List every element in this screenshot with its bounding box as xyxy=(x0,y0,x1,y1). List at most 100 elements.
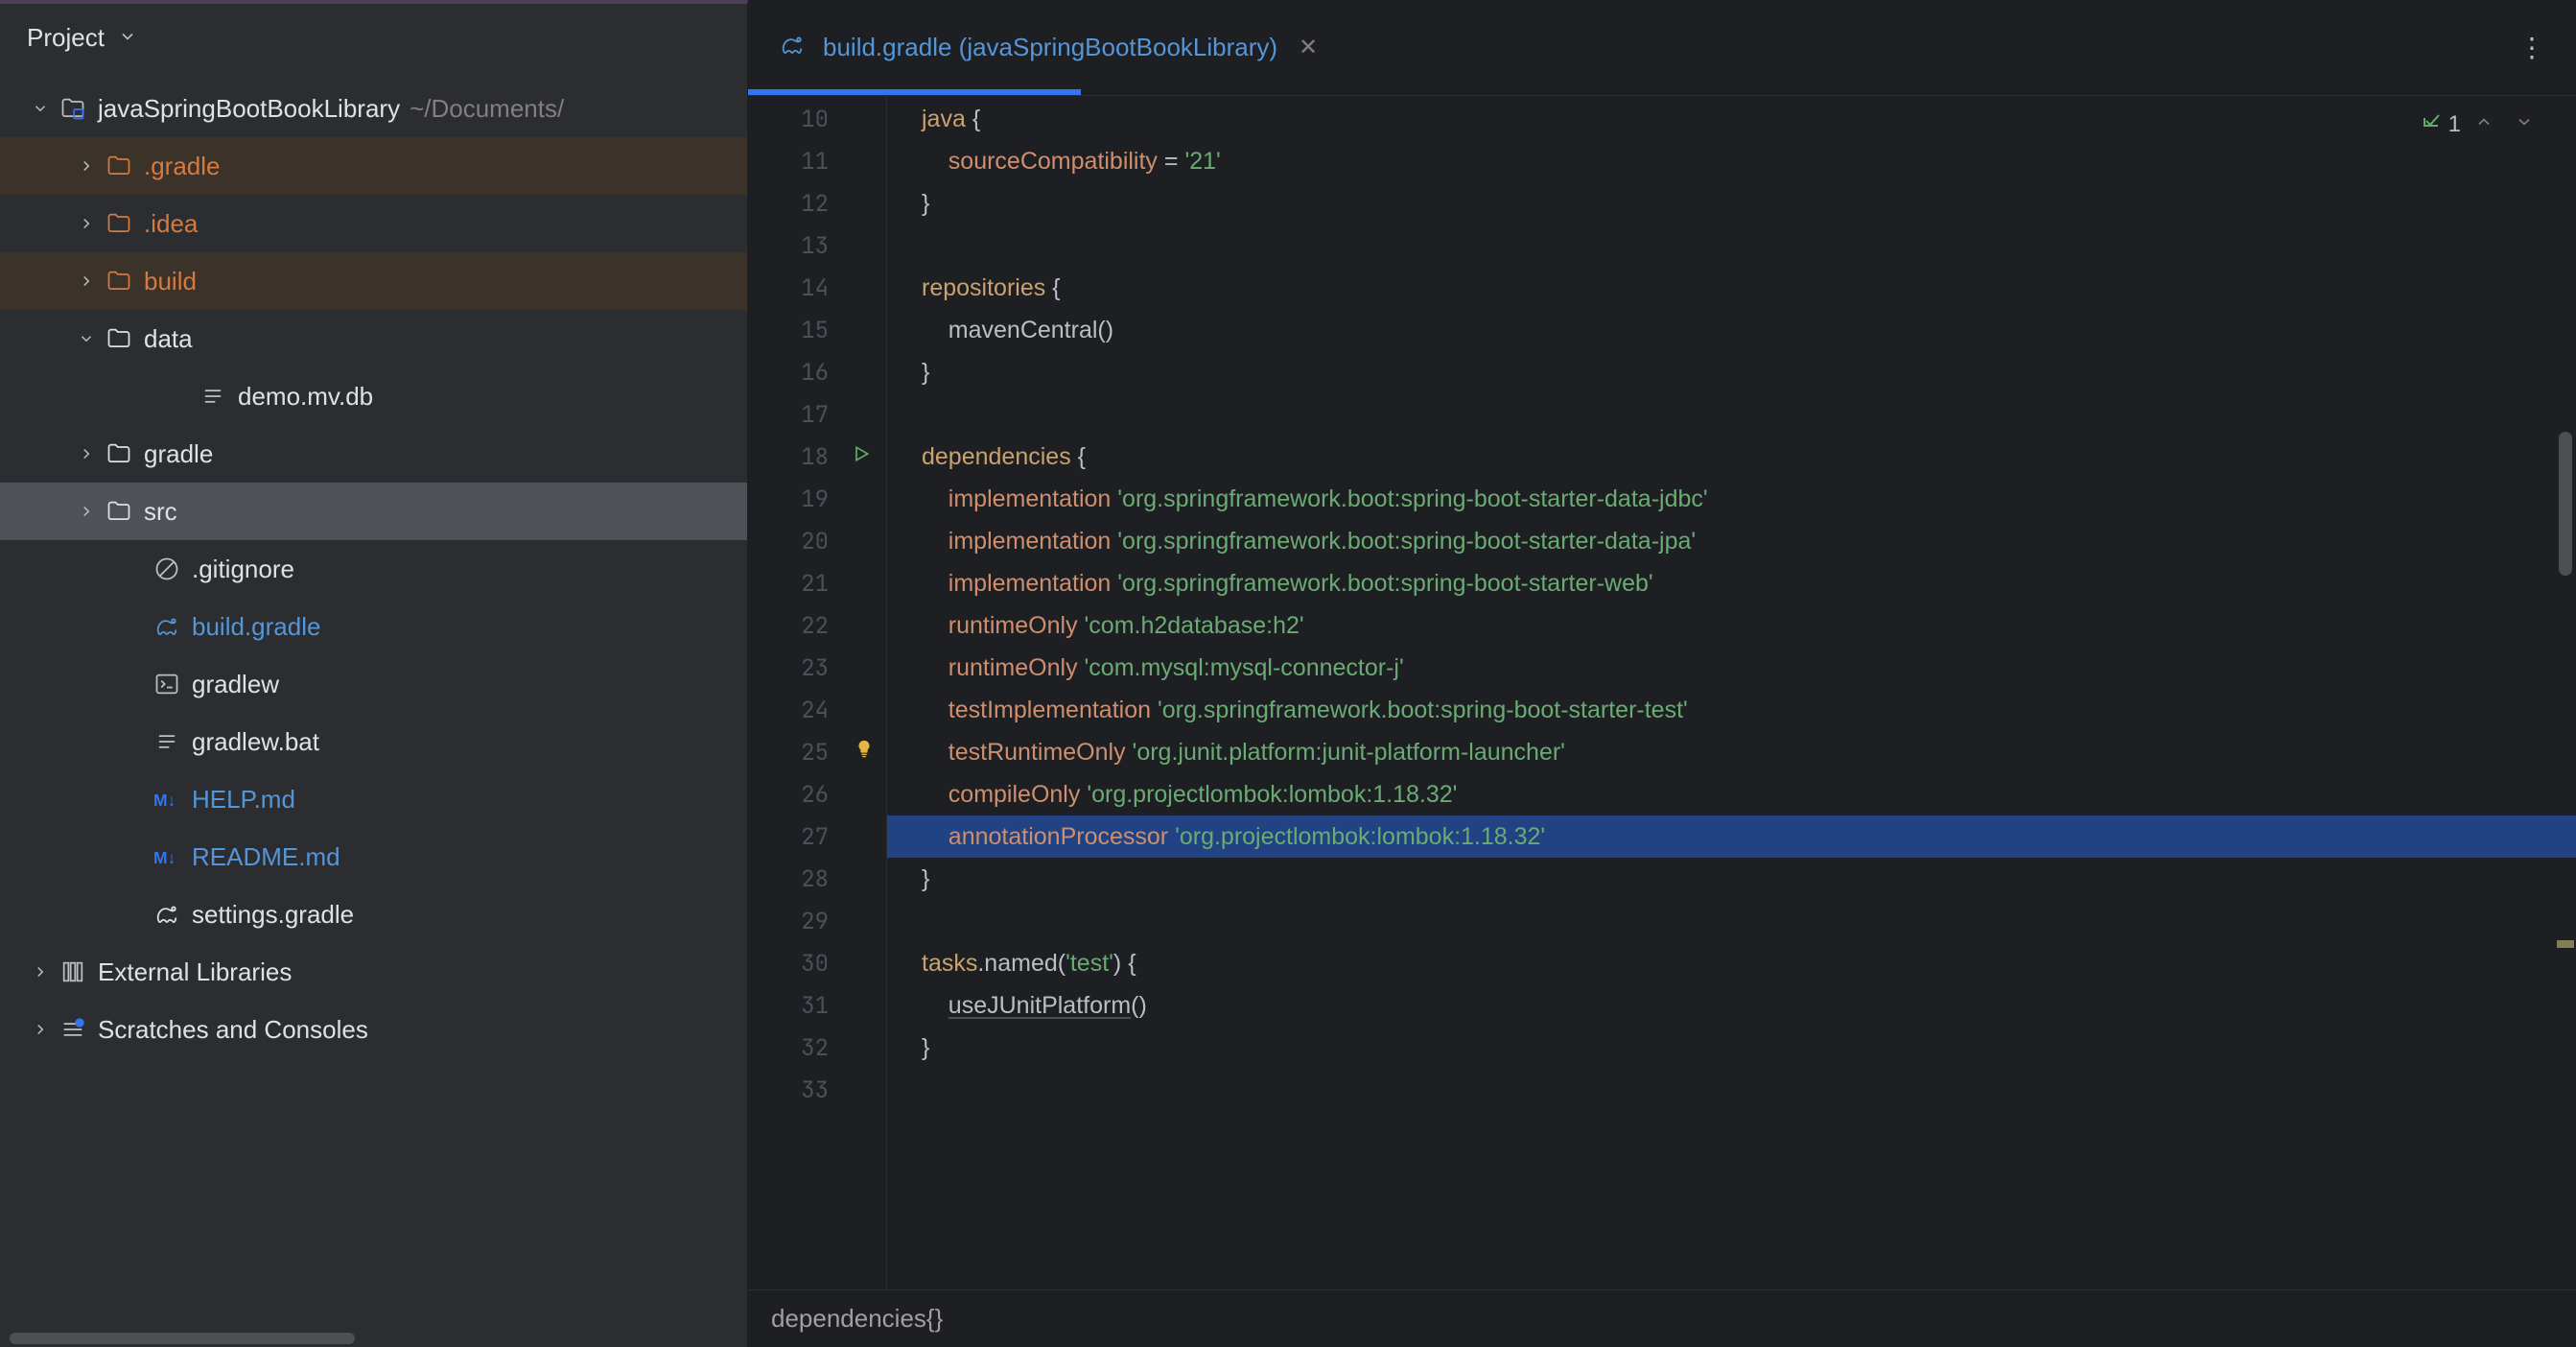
code-line[interactable] xyxy=(887,1069,2576,1111)
scratches-label: Scratches and Consoles xyxy=(98,1015,368,1045)
gutter-line-number[interactable]: 19 xyxy=(748,478,886,520)
code-line[interactable] xyxy=(887,393,2576,436)
tree-scratches[interactable]: Scratches and Consoles xyxy=(0,1001,747,1058)
code-line[interactable]: java { xyxy=(887,98,2576,140)
editor-scrollbar-vertical[interactable] xyxy=(2559,432,2572,576)
gutter-line-number[interactable]: 18 xyxy=(748,436,886,478)
gutter-line-number[interactable]: 14 xyxy=(748,267,886,309)
tree-item[interactable]: gradlew xyxy=(0,655,747,713)
editor-gutter[interactable]: 1011121314151617181920212223242526272829… xyxy=(748,96,887,1289)
tree-item[interactable]: gradle xyxy=(0,425,747,483)
project-view-dropdown[interactable]: Project xyxy=(27,23,137,53)
sidebar-scrollbar-horizontal[interactable] xyxy=(0,1330,747,1347)
tree-item-label: .gitignore xyxy=(192,555,294,584)
gutter-line-number[interactable]: 15 xyxy=(748,309,886,351)
tree-item[interactable]: .gradle xyxy=(0,137,747,195)
gutter-line-number[interactable]: 17 xyxy=(748,393,886,436)
tree-item[interactable]: gradlew.bat xyxy=(0,713,747,770)
chevron-right-icon[interactable] xyxy=(75,272,98,290)
tree-item[interactable]: M↓README.md xyxy=(0,828,747,886)
code-line[interactable] xyxy=(887,900,2576,942)
tree-item[interactable]: M↓HELP.md xyxy=(0,770,747,828)
gutter-line-number[interactable]: 22 xyxy=(748,604,886,647)
code-line[interactable]: implementation 'org.springframework.boot… xyxy=(887,562,2576,604)
folder-icon xyxy=(105,268,132,295)
close-icon[interactable]: ✕ xyxy=(1295,30,1322,65)
gutter-line-number[interactable]: 13 xyxy=(748,224,886,267)
chevron-right-icon[interactable] xyxy=(75,215,98,232)
code-line[interactable]: testImplementation 'org.springframework.… xyxy=(887,689,2576,731)
editor-tab-build-gradle[interactable]: build.gradle (javaSpringBootBookLibrary)… xyxy=(748,0,1352,95)
tree-item[interactable]: build.gradle xyxy=(0,598,747,655)
tree-root[interactable]: javaSpringBootBookLibrary ~/Documents/ xyxy=(0,80,747,137)
code-line[interactable]: repositories { xyxy=(887,267,2576,309)
chevron-right-icon[interactable] xyxy=(75,157,98,175)
scrollbar-thumb[interactable] xyxy=(10,1333,355,1344)
tree-external-libraries[interactable]: External Libraries xyxy=(0,943,747,1001)
code-line[interactable]: useJUnitPlatform() xyxy=(887,984,2576,1027)
kebab-menu-icon[interactable]: ⋮ xyxy=(2507,20,2557,75)
folder-icon xyxy=(105,210,132,237)
code-line[interactable]: compileOnly 'org.projectlombok:lombok:1.… xyxy=(887,773,2576,815)
tree-item[interactable]: data xyxy=(0,310,747,367)
scratches-icon xyxy=(59,1016,86,1043)
gutter-line-number[interactable]: 27 xyxy=(748,815,886,858)
tree-item[interactable]: .gitignore xyxy=(0,540,747,598)
gutter-line-number[interactable]: 12 xyxy=(748,182,886,224)
chevron-right-icon[interactable] xyxy=(75,445,98,462)
gutter-line-number[interactable]: 32 xyxy=(748,1027,886,1069)
gutter-line-number[interactable]: 24 xyxy=(748,689,886,731)
chevron-right-icon[interactable] xyxy=(29,1021,52,1038)
code-line[interactable]: tasks.named('test') { xyxy=(887,942,2576,984)
code-line[interactable]: sourceCompatibility = '21' xyxy=(887,140,2576,182)
tree-item[interactable]: demo.mv.db xyxy=(0,367,747,425)
lightbulb-icon[interactable] xyxy=(854,739,875,767)
code-line[interactable]: } xyxy=(887,351,2576,393)
gutter-line-number[interactable]: 16 xyxy=(748,351,886,393)
gutter-line-number[interactable]: 23 xyxy=(748,647,886,689)
code-line[interactable]: dependencies { xyxy=(887,436,2576,478)
chevron-right-icon[interactable] xyxy=(29,963,52,981)
gutter-line-number[interactable]: 30 xyxy=(748,942,886,984)
tree-item[interactable]: settings.gradle xyxy=(0,886,747,943)
chevron-down-icon[interactable] xyxy=(29,100,52,117)
tree-item-label: HELP.md xyxy=(192,785,295,815)
code-line[interactable]: runtimeOnly 'com.mysql:mysql-connector-j… xyxy=(887,647,2576,689)
tree-item[interactable]: src xyxy=(0,483,747,540)
tree-item[interactable]: build xyxy=(0,252,747,310)
gutter-line-number[interactable]: 20 xyxy=(748,520,886,562)
editor-tab-bar: build.gradle (javaSpringBootBookLibrary)… xyxy=(748,0,2576,96)
tree-item-label: gradlew.bat xyxy=(192,727,319,757)
gutter-line-number[interactable]: 21 xyxy=(748,562,886,604)
code-line[interactable]: annotationProcessor 'org.projectlombok:l… xyxy=(887,815,2576,858)
gutter-line-number[interactable]: 28 xyxy=(748,858,886,900)
chevron-down-icon[interactable] xyxy=(75,330,98,347)
code-line[interactable]: } xyxy=(887,858,2576,900)
editor-breadcrumbs[interactable]: dependencies{} xyxy=(748,1289,2576,1347)
tree-item[interactable]: .idea xyxy=(0,195,747,252)
project-tree[interactable]: javaSpringBootBookLibrary ~/Documents/ .… xyxy=(0,72,747,1330)
gutter-line-number[interactable]: 29 xyxy=(748,900,886,942)
code-line[interactable]: } xyxy=(887,182,2576,224)
chevron-right-icon[interactable] xyxy=(75,503,98,520)
gutter-line-number[interactable]: 25 xyxy=(748,731,886,773)
file-text-icon xyxy=(199,383,226,410)
code-line[interactable] xyxy=(887,224,2576,267)
code-content[interactable]: 1 java { sourceCompatibility = '21'} repo… xyxy=(887,96,2576,1289)
gutter-line-number[interactable]: 10 xyxy=(748,98,886,140)
chevron-down-icon[interactable] xyxy=(2507,111,2541,138)
run-gutter-icon[interactable] xyxy=(852,443,871,470)
code-line[interactable]: } xyxy=(887,1027,2576,1069)
code-line[interactable]: mavenCentral() xyxy=(887,309,2576,351)
code-line[interactable]: runtimeOnly 'com.h2database:h2' xyxy=(887,604,2576,647)
code-line[interactable]: testRuntimeOnly 'org.junit.platform:juni… xyxy=(887,731,2576,773)
code-line[interactable]: implementation 'org.springframework.boot… xyxy=(887,520,2576,562)
chevron-up-icon[interactable] xyxy=(2467,111,2501,138)
problems-indicator[interactable]: 1 xyxy=(2420,109,2541,139)
gutter-line-number[interactable]: 11 xyxy=(748,140,886,182)
breadcrumb-item[interactable]: dependencies{} xyxy=(771,1304,943,1333)
gutter-line-number[interactable]: 31 xyxy=(748,984,886,1027)
gutter-line-number[interactable]: 33 xyxy=(748,1069,886,1111)
code-line[interactable]: implementation 'org.springframework.boot… xyxy=(887,478,2576,520)
gutter-line-number[interactable]: 26 xyxy=(748,773,886,815)
